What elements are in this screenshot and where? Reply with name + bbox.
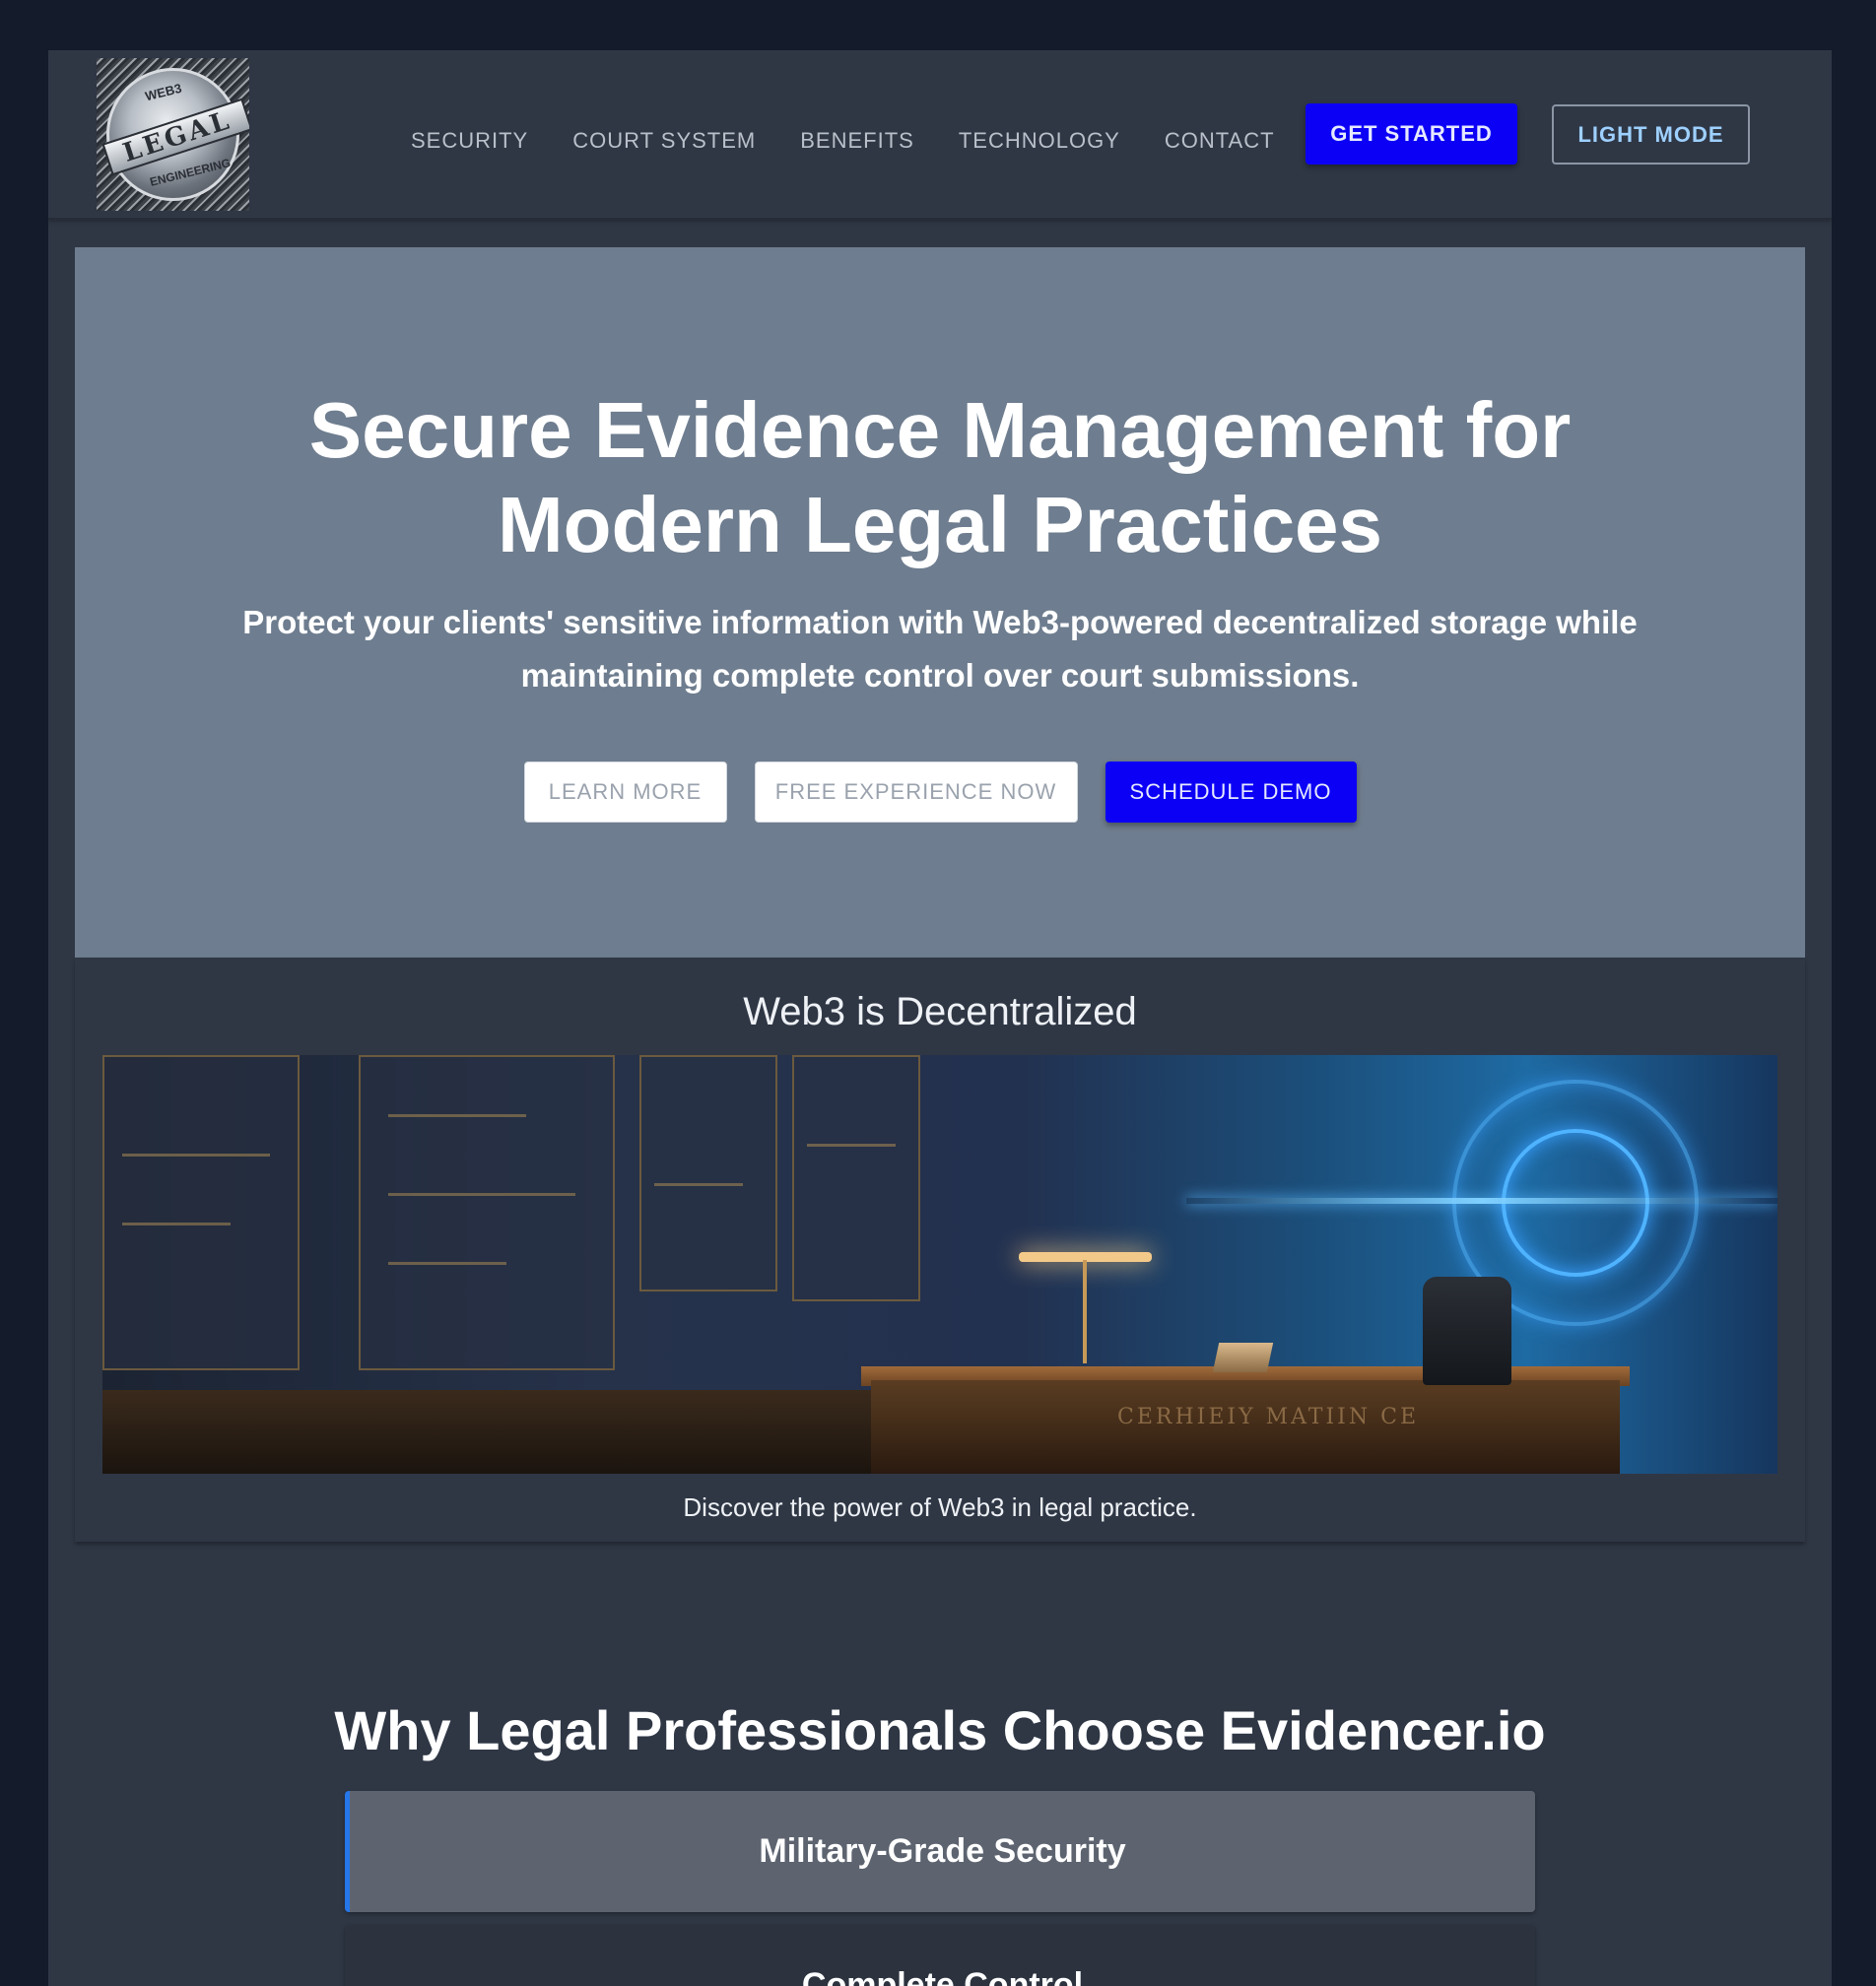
nav-court-system[interactable]: COURT SYSTEM: [572, 121, 756, 161]
wall-panel-line: [388, 1262, 506, 1265]
why-title: Why Legal Professionals Choose Evidencer…: [334, 1699, 1546, 1761]
left-desk: [102, 1390, 910, 1474]
desk-inscription: CERHIEIY MATIIN CE: [1117, 1405, 1420, 1429]
web3-title: Web3 is Decentralized: [743, 990, 1137, 1033]
wall-panel-line: [122, 1223, 231, 1225]
wall-panel-line: [807, 1144, 896, 1147]
hero-subtitle: Protect your clients' sensitive informat…: [242, 604, 1638, 694]
free-experience-button[interactable]: FREE EXPERIENCE NOW: [754, 761, 1078, 823]
logo-text-top: WEB3: [143, 80, 183, 104]
logo-seal: WEB3 LEGAL ENGINEERING: [101, 68, 249, 201]
nav-contact[interactable]: CONTACT: [1165, 121, 1275, 161]
wall-panel: [359, 1055, 615, 1370]
web3-section: Web3 is Decentralized CERHIEIY MATIIN CE: [75, 958, 1805, 1542]
schedule-demo-button[interactable]: SCHEDULE DEMO: [1105, 761, 1357, 823]
site-header: WEB3 LEGAL ENGINEERING SECURITY COURT SY…: [48, 50, 1832, 220]
lamp-pole: [1083, 1260, 1087, 1363]
hero-buttons: LEARN MORE FREE EXPERIENCE NOW SCHEDULE …: [75, 761, 1805, 823]
light-mode-button[interactable]: LIGHT MODE: [1552, 104, 1750, 165]
wall-panel-line: [388, 1193, 575, 1196]
hero-title: Secure Evidence Management for Modern Le…: [308, 386, 1572, 568]
site-logo[interactable]: WEB3 LEGAL ENGINEERING: [97, 58, 249, 211]
hologram-beam: [1186, 1198, 1777, 1204]
wall-panel: [639, 1055, 777, 1291]
nav-technology[interactable]: TECHNOLOGY: [959, 121, 1120, 161]
feature-card-control[interactable]: Complete Control: [345, 1925, 1535, 1986]
nav-security[interactable]: SECURITY: [411, 121, 528, 161]
laptop: [1212, 1343, 1274, 1372]
wall-panel: [792, 1055, 920, 1301]
wall-panel-line: [654, 1183, 743, 1186]
hero-section: Secure Evidence Management for Modern Le…: [75, 247, 1805, 958]
main-nav: SECURITY COURT SYSTEM BENEFITS TECHNOLOG…: [411, 121, 1275, 161]
feature-card-security[interactable]: Military-Grade Security: [345, 1791, 1535, 1912]
page: WEB3 LEGAL ENGINEERING SECURITY COURT SY…: [48, 50, 1832, 1986]
get-started-button[interactable]: GET STARTED: [1306, 103, 1517, 165]
wall-panel-line: [122, 1154, 270, 1157]
wall-panel-line: [388, 1114, 526, 1117]
web3-caption: Discover the power of Web3 in legal prac…: [683, 1492, 1197, 1522]
web3-office-image: CERHIEIY MATIIN CE: [102, 1055, 1777, 1474]
learn-more-button[interactable]: LEARN MORE: [523, 761, 727, 823]
office-chair: [1423, 1277, 1511, 1385]
wall-panel: [102, 1055, 300, 1370]
logo-text-bottom: ENGINEERING: [148, 156, 233, 189]
nav-benefits[interactable]: BENEFITS: [800, 121, 914, 161]
